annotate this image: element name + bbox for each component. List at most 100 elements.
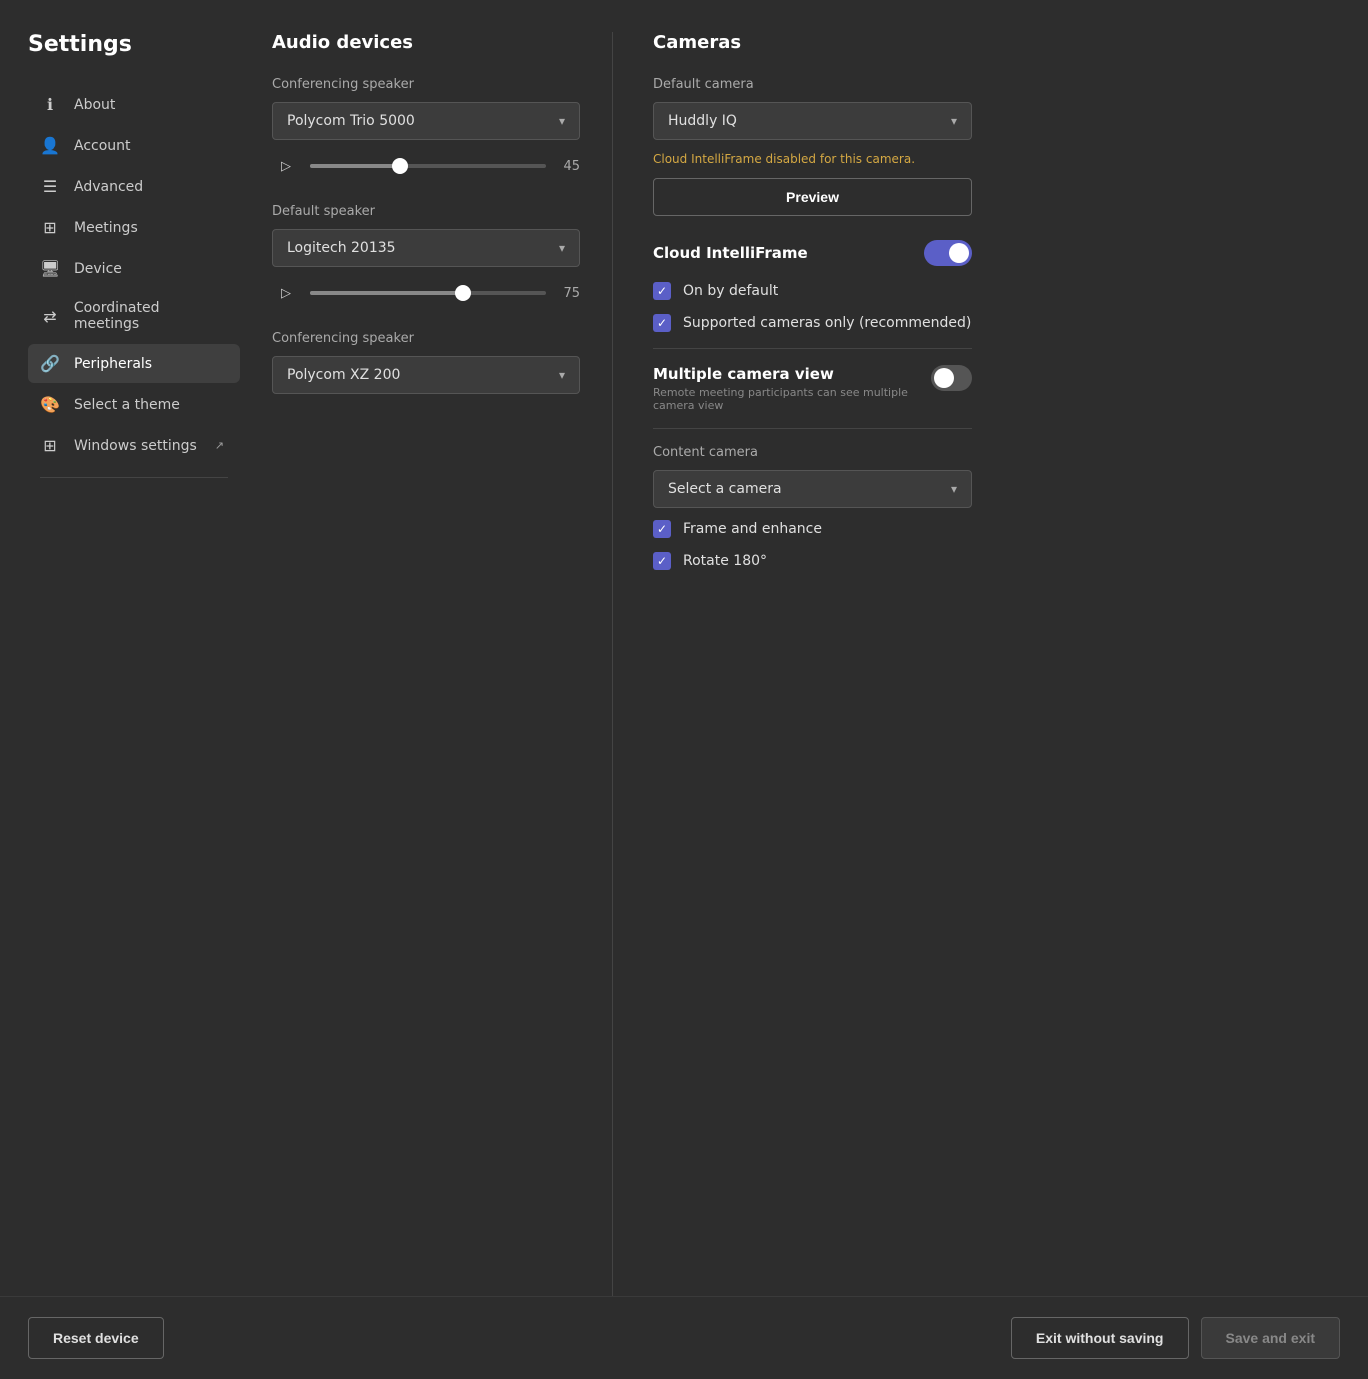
page-title: Settings [28,32,240,57]
slider-fill [310,291,463,295]
sidebar-item-label: Meetings [74,220,138,236]
conferencing-speaker-volume-value: 45 [556,159,580,174]
default-speaker-volume-row: ▷ 75 [272,279,580,307]
advanced-icon: ☰ [40,177,60,196]
default-speaker-slider[interactable] [310,291,546,295]
exit-without-saving-button[interactable]: Exit without saving [1011,1317,1189,1359]
reset-device-button[interactable]: Reset device [28,1317,164,1359]
slider-fill [310,164,400,168]
sidebar-item-label: Coordinated meetings [74,300,228,332]
cloud-intelliframe-label: Cloud IntelliFrame [653,244,808,262]
chevron-down-icon: ▾ [559,114,565,128]
frame-and-enhance-label: Frame and enhance [683,521,822,537]
chevron-down-icon: ▾ [559,368,565,382]
device-icon: 🖥 [40,259,60,278]
sidebar-item-account[interactable]: 👤 Account [28,126,240,165]
default-speaker-volume-value: 75 [556,286,580,301]
multiple-camera-view-subtitle: Remote meeting participants can see mult… [653,386,931,412]
cloud-intelliframe-row: Cloud IntelliFrame [653,240,972,266]
audio-devices-panel: Audio devices Conferencing speaker Polyc… [272,32,612,1296]
frame-and-enhance-checkbox[interactable]: ✓ [653,520,671,538]
sidebar-item-about[interactable]: ℹ About [28,85,240,124]
slider-thumb[interactable] [392,158,408,174]
default-camera-dropdown[interactable]: Huddly IQ ▾ [653,102,972,140]
conferencing-mic-label: Conferencing speaker [272,331,580,346]
default-camera-value: Huddly IQ [668,113,737,129]
default-speaker-label: Default speaker [272,204,580,219]
default-speaker-value: Logitech 20135 [287,240,396,256]
rotate-180-label: Rotate 180° [683,553,767,569]
sidebar-item-device[interactable]: 🖥 Device [28,249,240,288]
sidebar-item-coordinated-meetings[interactable]: ⇄ Coordinated meetings [28,290,240,342]
cameras-panel: Cameras Default camera Huddly IQ ▾ Cloud… [612,32,972,1296]
sidebar-item-label: Select a theme [74,397,180,413]
audio-devices-title: Audio devices [272,32,580,53]
external-link-icon: ↗ [215,439,224,452]
info-icon: ℹ [40,95,60,114]
on-by-default-checkbox[interactable]: ✓ [653,282,671,300]
content-camera-section: Content camera Select a camera ▾ ✓ Frame… [653,445,972,570]
section-divider [653,348,972,349]
conferencing-speaker-play-button[interactable]: ▷ [272,152,300,180]
footer: Reset device Exit without saving Save an… [0,1296,1368,1379]
chevron-down-icon: ▾ [951,114,957,128]
sidebar-item-select-theme[interactable]: 🎨 Select a theme [28,385,240,424]
sidebar-item-label: Device [74,261,122,277]
on-by-default-row: ✓ On by default [653,282,972,300]
meetings-icon: ⊞ [40,218,60,237]
rotate-180-row: ✓ Rotate 180° [653,552,972,570]
toggle-thumb [949,243,969,263]
supported-cameras-checkbox[interactable]: ✓ [653,314,671,332]
supported-cameras-row: ✓ Supported cameras only (recommended) [653,314,972,332]
preview-button[interactable]: Preview [653,178,972,216]
default-camera-label: Default camera [653,77,972,92]
checkmark-icon: ✓ [657,555,667,567]
multiple-camera-view-text: Multiple camera view Remote meeting part… [653,365,931,412]
content-camera-value: Select a camera [668,481,782,497]
save-and-exit-button[interactable]: Save and exit [1201,1317,1341,1359]
chevron-down-icon: ▾ [559,241,565,255]
content-camera-dropdown[interactable]: Select a camera ▾ [653,470,972,508]
multiple-camera-view-title: Multiple camera view [653,365,931,383]
checkmark-icon: ✓ [657,285,667,297]
conferencing-speaker-slider[interactable] [310,164,546,168]
sidebar-item-peripherals[interactable]: 🔗 Peripherals [28,344,240,383]
section-divider [653,428,972,429]
rotate-180-checkbox[interactable]: ✓ [653,552,671,570]
conferencing-mic-value: Polycom XZ 200 [287,367,400,383]
peripherals-icon: 🔗 [40,354,60,373]
footer-right: Exit without saving Save and exit [1011,1317,1340,1359]
conferencing-mic-dropdown[interactable]: Polycom XZ 200 ▾ [272,356,580,394]
coordinated-icon: ⇄ [40,307,60,326]
checkmark-icon: ✓ [657,523,667,535]
content-camera-label: Content camera [653,445,972,460]
conferencing-speaker-label: Conferencing speaker [272,77,580,92]
sidebar-item-meetings[interactable]: ⊞ Meetings [28,208,240,247]
conferencing-speaker-value: Polycom Trio 5000 [287,113,415,129]
cloud-intelliframe-toggle[interactable] [924,240,972,266]
chevron-down-icon: ▾ [951,482,957,496]
cloud-intelliframe-warning: Cloud IntelliFrame disabled for this cam… [653,152,972,166]
cameras-title: Cameras [653,32,972,53]
conferencing-speaker-volume-row: ▷ 45 [272,152,580,180]
on-by-default-label: On by default [683,283,778,299]
sidebar-item-advanced[interactable]: ☰ Advanced [28,167,240,206]
sidebar: Settings ℹ About 👤 Account ☰ Advanced ⊞ … [0,32,240,1296]
default-speaker-dropdown[interactable]: Logitech 20135 ▾ [272,229,580,267]
default-speaker-play-button[interactable]: ▷ [272,279,300,307]
theme-icon: 🎨 [40,395,60,414]
conferencing-speaker-dropdown[interactable]: Polycom Trio 5000 ▾ [272,102,580,140]
checkmark-icon: ✓ [657,317,667,329]
toggle-thumb [934,368,954,388]
main-content: Audio devices Conferencing speaker Polyc… [240,32,1368,1296]
slider-thumb[interactable] [455,285,471,301]
multiple-camera-toggle[interactable] [931,365,972,391]
sidebar-item-label: Peripherals [74,356,152,372]
sidebar-item-label: Account [74,138,131,154]
account-icon: 👤 [40,136,60,155]
windows-icon: ⊞ [40,436,60,455]
sidebar-item-label: Advanced [74,179,143,195]
sidebar-item-label: About [74,97,115,113]
supported-cameras-label: Supported cameras only (recommended) [683,315,971,331]
sidebar-item-windows-settings[interactable]: ⊞ Windows settings ↗ [28,426,240,465]
